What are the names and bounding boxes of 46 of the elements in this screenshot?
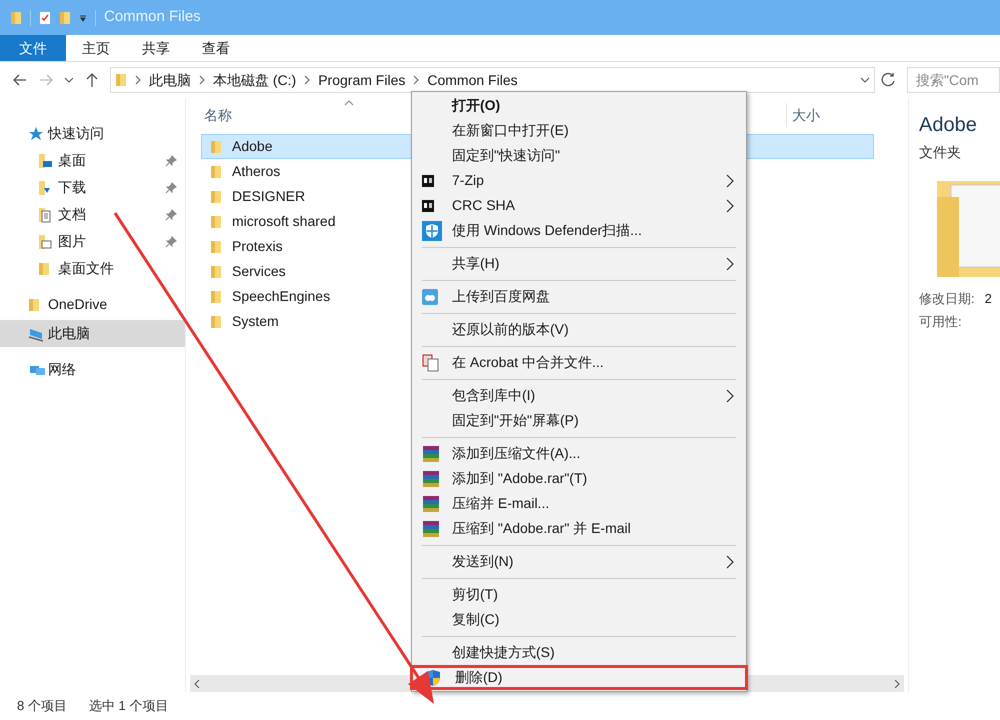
menu-label: 剪切(T) [452,585,499,604]
file-name: DESIGNER [232,187,306,206]
menu-label: 在新窗口中打开(E) [452,121,570,140]
nav-label: 桌面 [58,151,87,170]
file-name: System [232,312,279,331]
menu-label: 创建快捷方式(S) [452,643,556,662]
nav-label: 此电脑 [48,324,91,343]
menu-label: 删除(D) [455,668,504,687]
file-name: Adobe [232,137,272,156]
menu-label: 添加到压缩文件(A)... [452,444,582,463]
menu-label: 还原以前的版本(V) [452,320,570,339]
menu-label: 共享(H) [452,254,500,273]
details-label: 可用性: [919,312,962,330]
menu-label: 发送到(N) [452,552,514,571]
nav-label: 文档 [58,205,87,224]
menu-label: 固定到"快速访问" [452,146,561,165]
nav-label: 图片 [58,232,87,251]
menu-label: 上传到百度网盘 [452,287,551,306]
nav-label: 下载 [58,178,87,197]
status-text: 8 个项目 [17,697,67,716]
menu-label: 打开(O) [452,96,502,115]
window-title: Common Files [104,7,201,28]
nav-label: OneDrive [48,295,108,314]
file-name: microsoft shared [232,212,336,231]
menu-label: 使用 Windows Defender扫描... [452,221,643,240]
nav-label: 桌面文件 [58,259,115,278]
menu-label: CRC SHA [452,196,516,215]
nav-label: 快速访问 [48,124,105,143]
file-name: Atheros [232,162,280,181]
details-label: 修改日期: [919,290,975,308]
file-name: Services [232,262,286,281]
details-value: 2 [984,290,992,308]
menu-label: 在 Acrobat 中合并文件... [452,353,605,372]
menu-label: 包含到库中(I) [452,386,536,405]
menu-label: 7-Zip [452,171,485,190]
menu-label: 添加到 "Adobe.rar"(T) [452,469,588,488]
status-text: 选中 1 个项目 [88,697,168,716]
file-name: Protexis [232,237,283,256]
details-type: 文件夹 [919,143,962,162]
menu-label: 固定到"开始"屏幕(P) [452,411,580,430]
menu-label: 压缩到 "Adobe.rar" 并 E-mail [452,519,632,538]
menu-label: 复制(C) [452,610,500,629]
nav-label: 网络 [48,360,77,379]
details-title: Adobe [919,113,978,138]
menu-label: 压缩并 E-mail... [452,494,550,513]
file-name: SpeechEngines [232,287,330,306]
